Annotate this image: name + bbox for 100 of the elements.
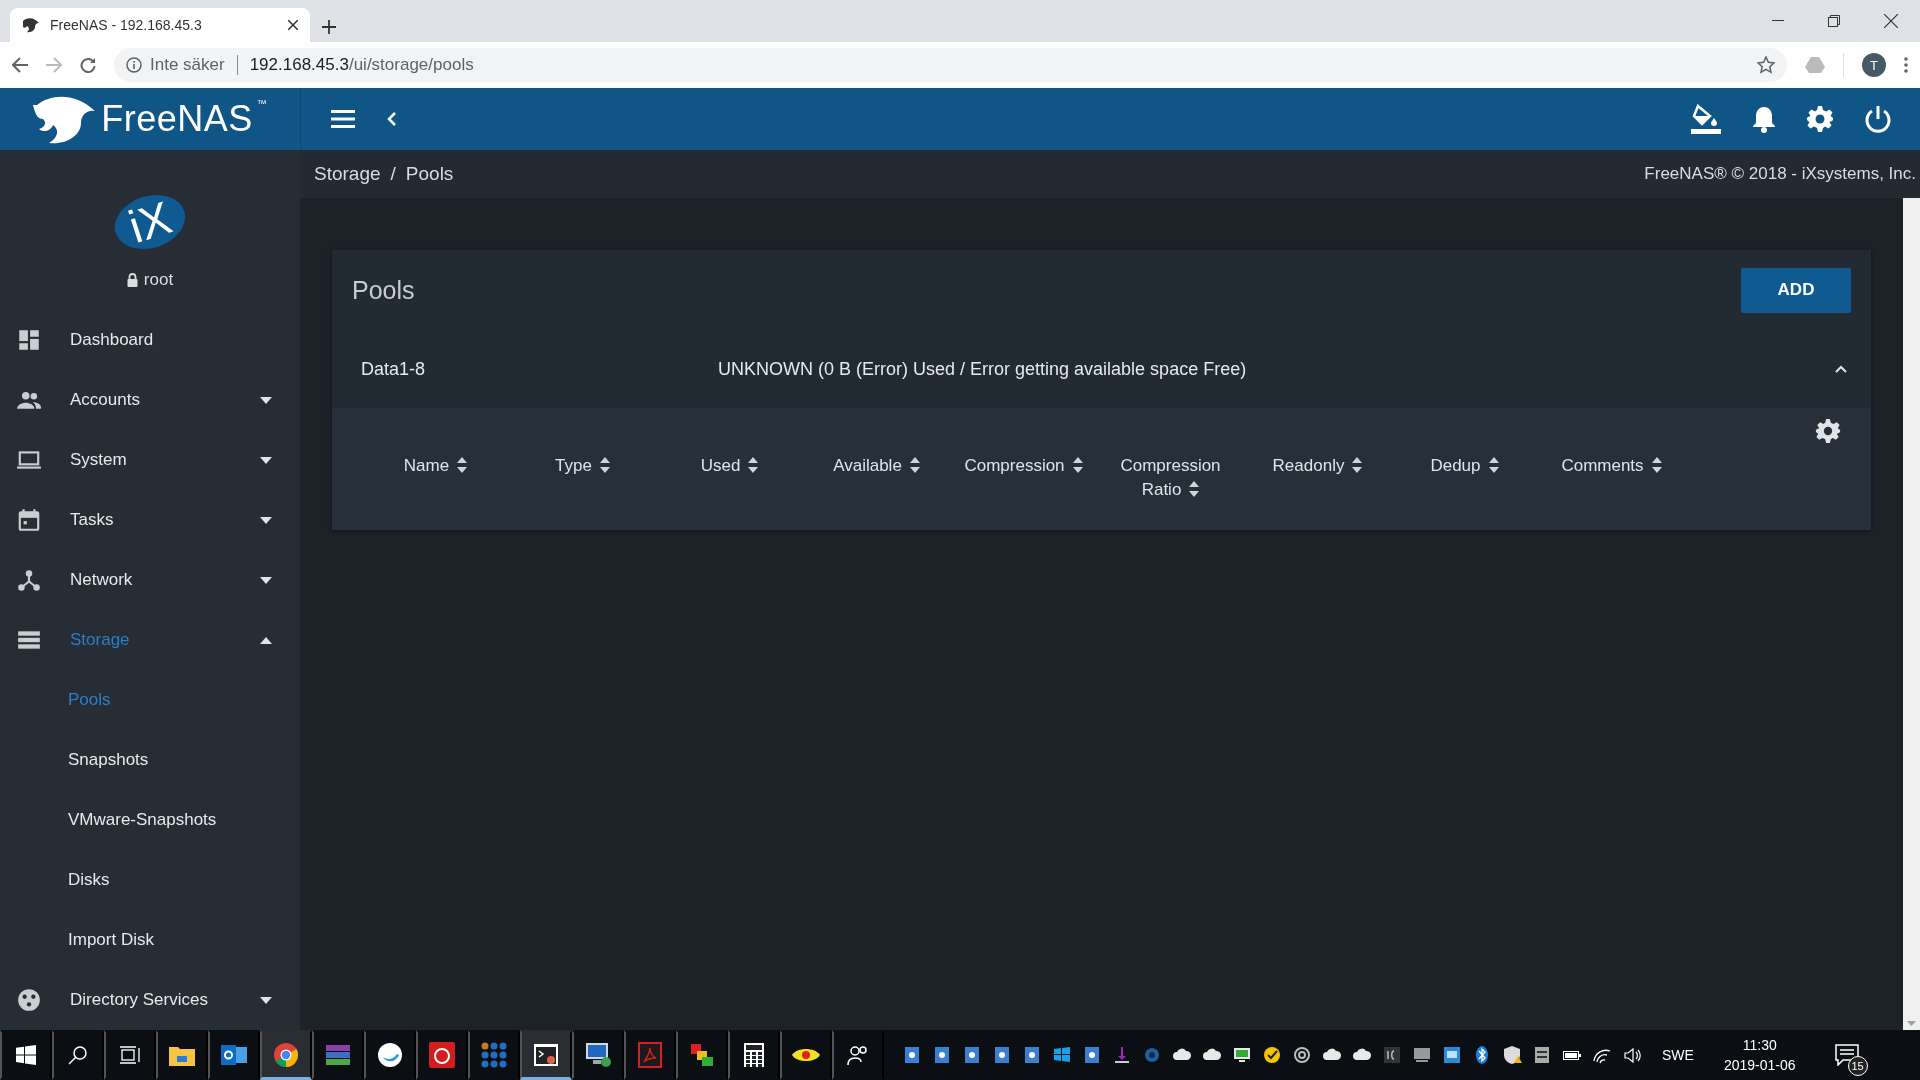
dots-icon xyxy=(481,1042,507,1068)
add-button[interactable]: ADD xyxy=(1741,267,1851,313)
calculator-icon xyxy=(743,1042,765,1068)
restore-icon[interactable] xyxy=(1828,15,1840,27)
speaker-icon[interactable] xyxy=(1622,1045,1642,1065)
page-icon[interactable] xyxy=(992,1045,1012,1065)
close-icon[interactable] xyxy=(288,20,298,30)
start-button[interactable] xyxy=(0,1030,52,1080)
page-icon[interactable] xyxy=(1022,1045,1042,1065)
pool-row[interactable]: Data1-8 UNKNOWN (0 B (Error) Used / Error getting available space Free) xyxy=(332,330,1871,408)
circle-app-icon xyxy=(377,1042,403,1068)
nav-subitem[interactable]: Disks xyxy=(0,850,300,910)
sort-icon xyxy=(1072,457,1083,473)
plus-icon[interactable] xyxy=(322,20,336,34)
letters-icon[interactable] xyxy=(1382,1045,1402,1065)
page-icon[interactable] xyxy=(902,1045,922,1065)
close-icon[interactable] xyxy=(1884,14,1898,28)
column-header[interactable]: Name xyxy=(403,454,468,478)
taskbar-app[interactable] xyxy=(416,1030,468,1080)
scrollbar[interactable] xyxy=(1903,198,1920,1030)
cloud-app-icon xyxy=(429,1042,455,1068)
monitor-icon[interactable] xyxy=(1232,1045,1252,1065)
cubes-icon xyxy=(689,1042,715,1068)
nav-item[interactable]: System xyxy=(0,430,300,490)
paint-bucket-icon[interactable] xyxy=(1690,104,1722,134)
sort-icon xyxy=(909,457,920,473)
back-arrow-icon[interactable] xyxy=(12,57,28,73)
nav-item[interactable]: Tasks xyxy=(0,490,300,550)
nav-item[interactable]: Directory Services xyxy=(0,970,300,1030)
brand-name: FreeNAS xyxy=(101,98,253,140)
nav-item[interactable]: Network xyxy=(0,550,300,610)
nav-subitem[interactable]: Snapshots xyxy=(0,730,300,790)
breadcrumb-link[interactable]: Pools xyxy=(405,163,454,185)
sort-icon xyxy=(1488,457,1499,473)
column-header[interactable]: Dedup xyxy=(1430,454,1499,478)
nav-subitem[interactable]: VMware-Snapshots xyxy=(0,790,300,850)
document-icon[interactable] xyxy=(1532,1045,1552,1065)
notification-button[interactable]: 15 xyxy=(1825,1034,1868,1076)
taskbar-app[interactable] xyxy=(832,1030,884,1080)
taskbar-app[interactable] xyxy=(520,1030,572,1080)
monitor-icon xyxy=(584,1042,612,1068)
directory-icon xyxy=(16,987,42,1013)
checkmark-icon[interactable] xyxy=(1262,1045,1282,1065)
download-icon[interactable] xyxy=(1112,1045,1132,1065)
taskbar-app[interactable] xyxy=(780,1030,832,1080)
info-icon xyxy=(126,57,142,73)
nav-subitem[interactable]: Import Disk xyxy=(0,910,300,970)
mail-app-icon xyxy=(221,1043,247,1067)
pool-status: UNKNOWN (0 B (Error) Used / Error getting available space Free) xyxy=(718,358,1248,380)
screen-icon[interactable] xyxy=(1412,1045,1432,1065)
settings-icon[interactable] xyxy=(1815,418,1841,444)
bell-icon[interactable] xyxy=(1752,105,1776,133)
menu-icon[interactable] xyxy=(331,110,355,128)
breadcrumb-link[interactable]: Storage xyxy=(314,163,381,185)
page-icon[interactable] xyxy=(1082,1045,1102,1065)
taskbar-app[interactable] xyxy=(156,1030,208,1080)
terminal-icon xyxy=(533,1043,559,1067)
sort-icon xyxy=(1189,481,1200,497)
taskbar-app[interactable] xyxy=(676,1030,728,1080)
menu-dots-icon[interactable] xyxy=(1904,57,1908,73)
clock[interactable]: 11:30 2019-01-06 xyxy=(1723,1035,1796,1075)
chevron-icon[interactable] xyxy=(1835,365,1847,373)
minimize-icon[interactable] xyxy=(1772,20,1784,22)
browser-icon xyxy=(273,1042,299,1068)
page-icon[interactable] xyxy=(932,1045,952,1065)
browser-tab[interactable]: FreeNAS - 192.168.45.3 xyxy=(10,8,310,42)
nav-item[interactable]: Dashboard xyxy=(0,310,300,370)
chevron-left-icon[interactable] xyxy=(387,111,397,127)
dashboard-icon xyxy=(16,327,42,353)
sort-icon xyxy=(599,457,610,473)
nav-item[interactable]: Accounts xyxy=(0,370,300,430)
task-view-button[interactable] xyxy=(104,1030,156,1080)
star-icon[interactable] xyxy=(1757,56,1775,74)
notification-count: 15 xyxy=(1847,1056,1868,1076)
taskbar-app[interactable] xyxy=(260,1030,312,1080)
address-bar[interactable]: Inte säker 192.168.45.3/ui/storage/pools xyxy=(114,48,1787,82)
column-header[interactable]: Comments xyxy=(1561,454,1662,478)
windows-logo-icon[interactable] xyxy=(1052,1045,1072,1065)
copyright-text: FreeNAS® © 2018 - iXsystems, Inc. xyxy=(1644,164,1916,184)
reload-icon[interactable] xyxy=(80,57,96,73)
power-icon[interactable] xyxy=(1864,105,1892,133)
column-header[interactable]: Used xyxy=(700,454,759,478)
column-header[interactable]: Available xyxy=(833,454,920,478)
page-icon[interactable] xyxy=(962,1045,982,1065)
column-header[interactable]: Type xyxy=(555,454,610,478)
column-header[interactable]: Compression Ratio xyxy=(1105,454,1236,502)
column-header[interactable]: Readonly xyxy=(1272,454,1363,478)
taskbar-app[interactable] xyxy=(572,1030,624,1080)
column-header[interactable]: Compression xyxy=(964,454,1083,478)
breadcrumb-separator: / xyxy=(390,163,396,185)
taskbar-app[interactable] xyxy=(364,1030,416,1080)
tasks-icon xyxy=(16,507,42,533)
books-icon xyxy=(325,1043,351,1067)
search-button[interactable] xyxy=(52,1030,104,1080)
taskbar-app[interactable] xyxy=(312,1030,364,1080)
profile-avatar[interactable]: T xyxy=(1862,53,1886,77)
language-indicator[interactable]: SWE xyxy=(1662,1047,1694,1063)
settings-icon[interactable] xyxy=(1806,105,1834,133)
taskbar-app[interactable] xyxy=(728,1030,780,1080)
shield-icon[interactable] xyxy=(1502,1045,1522,1065)
